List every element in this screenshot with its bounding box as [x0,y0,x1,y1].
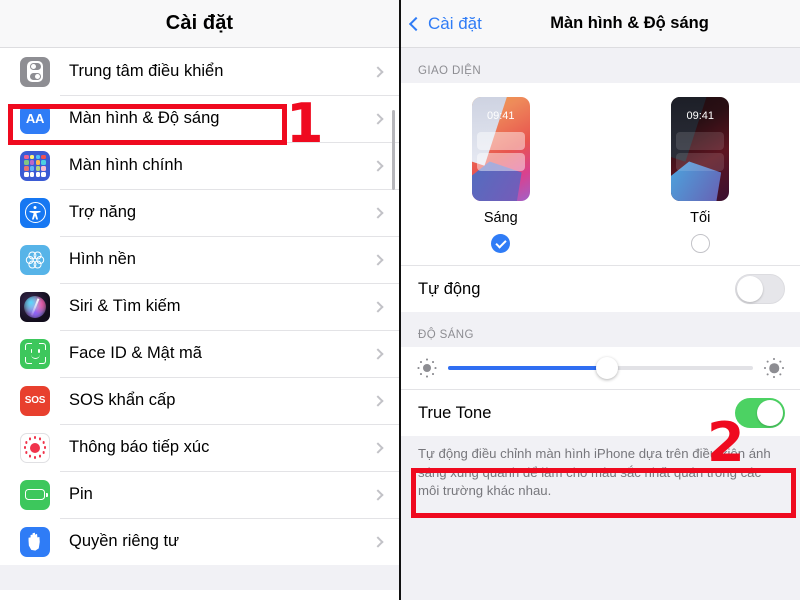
appearance-options: 09:41 Sáng 09:41 Tối [401,83,800,265]
chevron-right-icon [372,65,384,78]
chevron-right-icon [372,394,384,407]
preview-widget [476,132,525,151]
chevron-right-icon [372,300,384,313]
automatic-toggle[interactable] [735,274,785,304]
screenshot-root: Cài đặt Trung tâm điều khiển AA Màn hình… [0,0,800,600]
chevron-right-icon [372,159,384,172]
light-mode-preview: 09:41 [471,97,530,201]
scrollbar[interactable] [392,110,395,190]
preview-widget [476,153,525,171]
sidebar-item-exposure-notifications[interactable]: Thông báo tiếp xúc [0,424,399,471]
battery-icon [20,479,50,510]
appearance-option-label: Sáng [483,210,518,226]
preview-clock: 09:41 [486,110,515,122]
accessibility-icon [20,197,50,228]
sidebar-item-display-brightness[interactable]: AA Màn hình & Độ sáng [0,95,399,142]
sidebar-item-face-id-passcode[interactable]: Face ID & Mật mã [0,330,399,377]
brightness-slider[interactable] [448,357,753,379]
sun-small-icon [417,358,437,378]
chevron-right-icon [372,253,384,266]
sidebar-item-label: Thông báo tiếp xúc [69,438,210,456]
sidebar-item-label: SOS khẩn cấp [69,391,176,409]
sidebar-item-label: Siri & Tìm kiếm [69,297,181,315]
display-brightness-icon: AA [20,103,50,134]
chevron-right-icon [372,441,384,454]
appearance-option-label: Tối [690,210,711,226]
wallpaper-icon [20,244,50,275]
automatic-appearance-row[interactable]: Tự động [401,265,800,312]
sidebar-item-siri-search[interactable]: Siri & Tìm kiếm [0,283,399,330]
chevron-right-icon [372,347,384,360]
true-tone-label: True Tone [418,403,492,422]
settings-list: Trung tâm điều khiển AA Màn hình & Độ sá… [0,48,399,565]
toggle-knob [757,400,783,426]
sidebar-item-label: Trung tâm điều khiển [69,62,224,80]
list-bottom-filler [0,565,399,590]
sidebar-item-label: Pin [69,485,93,503]
sidebar-item-label: Hình nền [69,250,136,268]
sidebar-item-control-center[interactable]: Trung tâm điều khiển [0,48,399,95]
settings-header: Cài đặt [0,0,399,48]
sidebar-item-emergency-sos[interactable]: SOS SOS khẩn cấp [0,377,399,424]
appearance-option-light[interactable]: 09:41 Sáng [471,97,530,253]
light-mode-radio-selected[interactable] [491,234,511,253]
annotation-step-one: 1 [286,92,324,155]
dark-mode-preview: 09:41 [671,97,730,201]
chevron-right-icon [372,535,384,548]
chevron-right-icon [372,112,384,125]
brightness-slider-knob[interactable] [595,357,618,379]
display-brightness-right-panel: Cài đặt Màn hình & Độ sáng GIAO DIỆN 09:… [401,0,800,600]
sidebar-item-accessibility[interactable]: Trợ năng [0,189,399,236]
chevron-right-icon [372,206,384,219]
sun-large-icon [764,358,784,378]
exposure-notification-icon [20,432,50,463]
face-id-icon [20,338,50,369]
sidebar-item-label: Màn hình chính [69,156,183,174]
sidebar-item-label: Trợ năng [69,203,137,221]
dark-mode-radio[interactable] [690,234,710,253]
annotation-step-two: 2 [707,411,745,474]
preview-widget [676,153,725,171]
chevron-right-icon [372,488,384,501]
brightness-section-header: ĐỘ SÁNG [401,312,800,347]
settings-left-panel: Cài đặt Trung tâm điều khiển AA Màn hình… [0,0,399,600]
siri-icon [20,291,50,322]
sidebar-item-home-screen[interactable]: Màn hình chính [0,142,399,189]
appearance-option-dark[interactable]: 09:41 Tối [671,97,730,253]
automatic-label: Tự động [418,279,481,298]
preview-widget [676,132,725,151]
home-screen-icon [20,150,50,181]
detail-header: Cài đặt Màn hình & Độ sáng [401,0,800,48]
sidebar-item-label: Quyền riêng tư [69,532,180,550]
brightness-row [401,347,800,389]
page-title: Cài đặt [165,12,234,34]
privacy-icon [20,526,50,557]
brightness-slider-fill [448,366,607,370]
sidebar-item-battery[interactable]: Pin [0,471,399,518]
toggle-knob [737,276,763,302]
control-center-icon [20,56,50,87]
sidebar-item-wallpaper[interactable]: Hình nền [0,236,399,283]
sidebar-item-privacy[interactable]: Quyền riêng tư [0,518,399,565]
preview-clock: 09:41 [686,110,715,122]
detail-page-title: Màn hình & Độ sáng [550,14,709,32]
emergency-sos-icon: SOS [20,385,50,416]
appearance-section-header: GIAO DIỆN [401,48,800,83]
sidebar-item-label: Màn hình & Độ sáng [69,109,220,127]
sidebar-item-label: Face ID & Mật mã [69,344,202,362]
